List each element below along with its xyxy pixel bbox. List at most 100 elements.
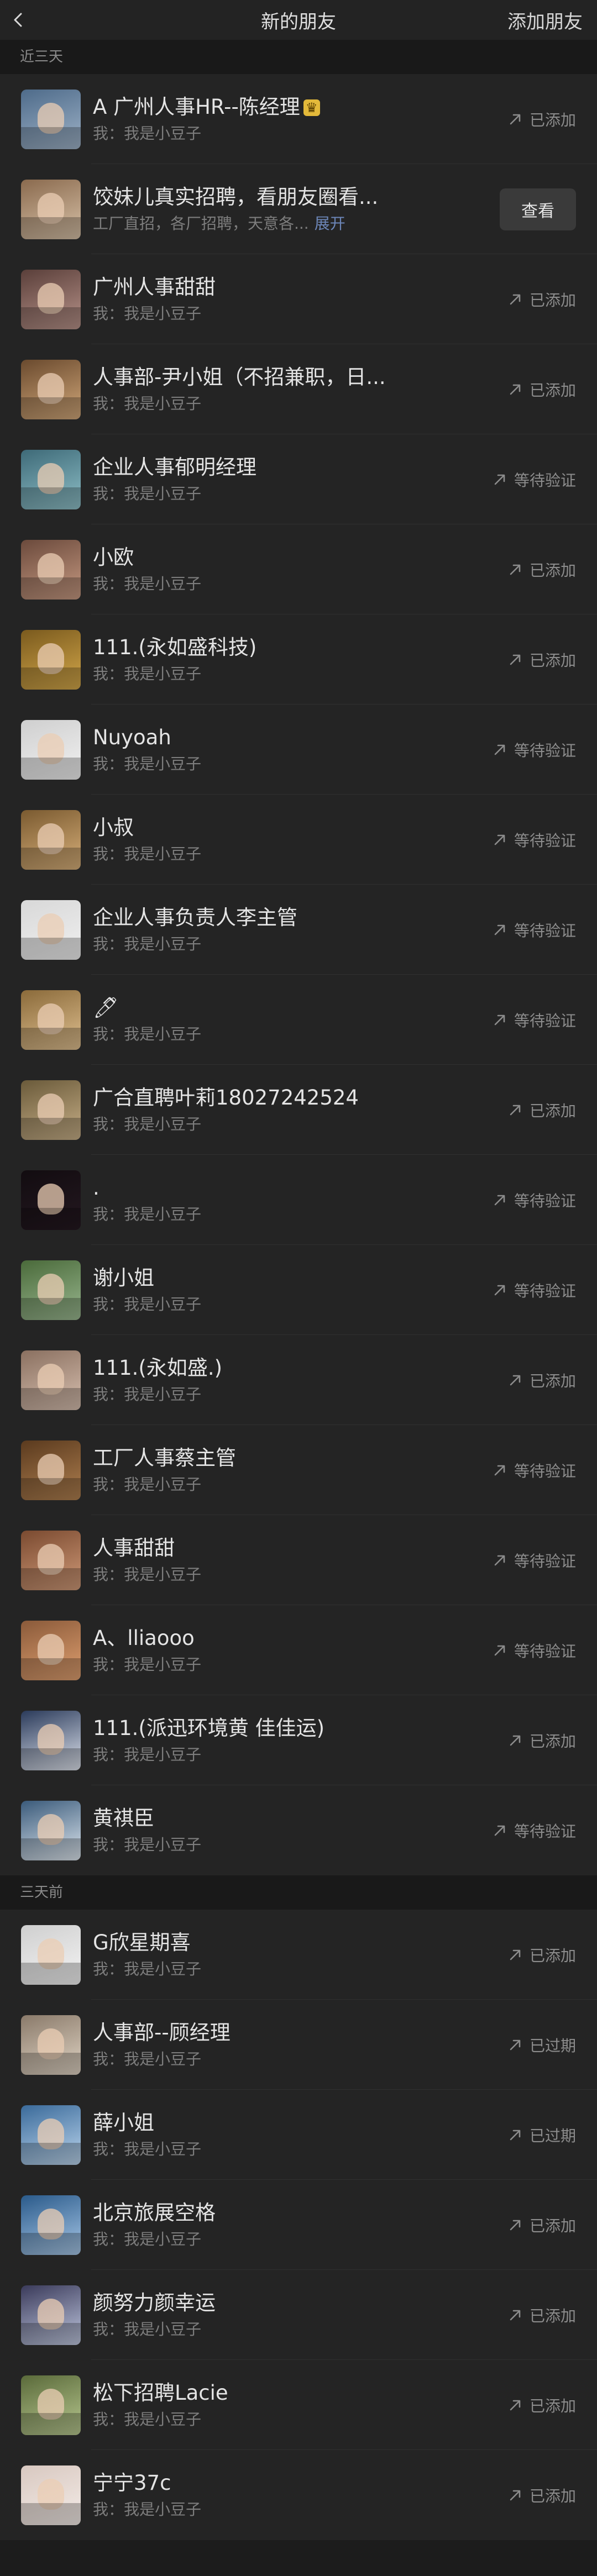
avatar[interactable] xyxy=(21,449,81,509)
avatar[interactable] xyxy=(21,359,81,419)
avatar[interactable] xyxy=(21,990,81,1050)
friend-request-row[interactable]: G欣星期喜 我：我是小豆子 已添加 xyxy=(0,1910,597,2000)
friend-request-row[interactable]: 企业人事郁明经理 我：我是小豆子 等待验证 xyxy=(0,434,597,524)
request-message: 我：我是小豆子 xyxy=(93,1023,481,1045)
request-status: 等待验证 xyxy=(492,1549,576,1571)
avatar[interactable] xyxy=(21,269,81,329)
request-status: 等待验证 xyxy=(492,1189,576,1211)
request-status: 已过期 xyxy=(507,2034,576,2056)
friend-request-row[interactable]: 人事甜甜 我：我是小豆子 等待验证 xyxy=(0,1515,597,1605)
friend-request-row[interactable]: 饺妹儿真实招聘，看朋友圈看... 工厂直招，各厂招聘，天意各... 展开 查看 xyxy=(0,164,597,254)
friend-request-row[interactable]: 小欧 我：我是小豆子 已添加 xyxy=(0,524,597,614)
view-button[interactable]: 查看 xyxy=(500,188,576,230)
arrow-up-right-icon xyxy=(510,654,521,665)
friend-request-row[interactable]: A 广州人事HR--陈经理 ♛ 我：我是小豆子 已添加 xyxy=(0,74,597,164)
request-message-text: 我：我是小豆子 xyxy=(93,664,202,683)
avatar[interactable] xyxy=(21,1530,81,1590)
avatar[interactable] xyxy=(21,2465,81,2525)
arrow-up-right-icon xyxy=(510,2220,521,2230)
request-status: 已添加 xyxy=(507,2214,576,2236)
avatar-shade xyxy=(21,937,81,960)
friend-request-row[interactable]: 广州人事甜甜 我：我是小豆子 已添加 xyxy=(0,254,597,344)
arrow-up-right-icon xyxy=(510,564,521,575)
arrow-up-right-icon xyxy=(510,114,521,124)
avatar[interactable] xyxy=(21,1440,81,1500)
friend-request-row[interactable]: . 我：我是小豆子 等待验证 xyxy=(0,1155,597,1245)
avatar[interactable] xyxy=(21,2105,81,2165)
friend-request-row[interactable]: 广合直聘叶莉18027242524 我：我是小豆子 已添加 xyxy=(0,1065,597,1155)
request-status-label: 已过期 xyxy=(529,2036,576,2055)
avatar[interactable] xyxy=(21,1260,81,1320)
contact-name: . xyxy=(93,1175,481,1201)
avatar[interactable] xyxy=(21,629,81,690)
request-status: 等待验证 xyxy=(492,469,576,491)
friend-request-row[interactable]: 宁宁37c 我：我是小豆子 已添加 xyxy=(0,2450,597,2540)
avatar[interactable] xyxy=(21,89,81,149)
friend-request-row[interactable]: 企业人事负责人李主管 我：我是小豆子 等待验证 xyxy=(0,885,597,975)
avatar-shade xyxy=(21,307,81,329)
arrow-up-right-icon xyxy=(510,1735,521,1746)
friend-request-row[interactable]: 111.(派迅环境黄 佳佳运) 我：我是小豆子 已添加 xyxy=(0,1695,597,1785)
contact-name-text: 北京旅展空格 xyxy=(93,2200,216,2225)
avatar[interactable] xyxy=(21,1620,81,1680)
avatar-shade xyxy=(21,1478,81,1500)
expand-link[interactable]: 展开 xyxy=(315,214,345,233)
friend-request-row[interactable]: 111.(永如盛科技) 我：我是小豆子 已添加 xyxy=(0,614,597,705)
contact-name-text: 松下招聘Lacie xyxy=(93,2380,228,2405)
add-friend-button[interactable]: 添加朋友 xyxy=(507,7,583,34)
request-status-label: 已添加 xyxy=(529,381,576,399)
avatar[interactable] xyxy=(21,1710,81,1770)
friend-request-row[interactable]: 111.(永如盛.) 我：我是小豆子 已添加 xyxy=(0,1335,597,1425)
avatar-shade xyxy=(21,2142,81,2165)
arrow-up-right-icon xyxy=(494,924,505,935)
friend-request-row[interactable]: 🖊 我：我是小豆子 等待验证 xyxy=(0,975,597,1065)
friend-request-row[interactable]: 北京旅展空格 我：我是小豆子 已添加 xyxy=(0,2180,597,2270)
contact-name-text: Nuyoah xyxy=(93,725,171,749)
avatar[interactable] xyxy=(21,809,81,870)
avatar[interactable] xyxy=(21,1800,81,1860)
avatar[interactable] xyxy=(21,2285,81,2345)
request-message: 我：我是小豆子 xyxy=(93,123,496,145)
request-status-label: 已添加 xyxy=(529,1732,576,1750)
avatar[interactable] xyxy=(21,2375,81,2435)
friend-request-row[interactable]: 人事部-尹小姐（不招兼职，日... 我：我是小豆子 已添加 xyxy=(0,344,597,434)
request-info: 人事部-尹小姐（不招兼职，日... 我：我是小豆子 xyxy=(93,364,496,415)
friend-request-row[interactable]: 黄祺臣 我：我是小豆子 等待验证 xyxy=(0,1785,597,1875)
avatar[interactable] xyxy=(21,1080,81,1140)
request-status: 等待验证 xyxy=(492,1009,576,1031)
arrow-up-right-icon xyxy=(494,1555,505,1565)
request-info: 北京旅展空格 我：我是小豆子 xyxy=(93,2200,496,2251)
avatar[interactable] xyxy=(21,2015,81,2075)
friend-request-row[interactable]: 谢小姐 我：我是小豆子 等待验证 xyxy=(0,1245,597,1335)
contact-name: 北京旅展空格 xyxy=(93,2200,496,2226)
avatar[interactable] xyxy=(21,1170,81,1230)
avatar[interactable] xyxy=(21,1350,81,1410)
request-message: 我：我是小豆子 xyxy=(93,843,481,865)
friend-request-row[interactable]: 颜努力颜幸运 我：我是小豆子 已添加 xyxy=(0,2270,597,2360)
request-message: 我：我是小豆子 xyxy=(93,1564,481,1586)
back-button[interactable] xyxy=(10,3,43,36)
contact-name: 薛小姐 xyxy=(93,2110,496,2136)
request-status-label: 等待验证 xyxy=(514,1281,576,1300)
avatar[interactable] xyxy=(21,1925,81,1985)
friend-request-row[interactable]: 人事部--顾经理 我：我是小豆子 已过期 xyxy=(0,2000,597,2090)
friend-request-row[interactable]: 松下招聘Lacie 我：我是小豆子 已添加 xyxy=(0,2360,597,2450)
avatar-shade xyxy=(21,1962,81,1985)
avatar[interactable] xyxy=(21,900,81,960)
contact-name-text: 小欧 xyxy=(93,545,134,569)
friend-request-row[interactable]: Nuyoah 我：我是小豆子 等待验证 xyxy=(0,705,597,795)
avatar[interactable] xyxy=(21,539,81,600)
request-status: 已添加 xyxy=(507,2304,576,2326)
arrow-up-right-icon xyxy=(510,294,521,304)
friend-request-row[interactable]: A、lliaooo 我：我是小豆子 等待验证 xyxy=(0,1605,597,1695)
friend-request-row[interactable]: 工厂人事蔡主管 我：我是小豆子 等待验证 xyxy=(0,1425,597,1515)
request-status: 等待验证 xyxy=(492,1459,576,1481)
request-status-label: 已添加 xyxy=(529,111,576,129)
avatar[interactable] xyxy=(21,2195,81,2255)
friend-request-row[interactable]: 薛小姐 我：我是小豆子 已过期 xyxy=(0,2090,597,2180)
request-info: . 我：我是小豆子 xyxy=(93,1175,481,1226)
avatar[interactable] xyxy=(21,719,81,780)
avatar-shade xyxy=(21,667,81,690)
friend-request-row[interactable]: 小叔 我：我是小豆子 等待验证 xyxy=(0,795,597,885)
avatar[interactable] xyxy=(21,179,81,239)
